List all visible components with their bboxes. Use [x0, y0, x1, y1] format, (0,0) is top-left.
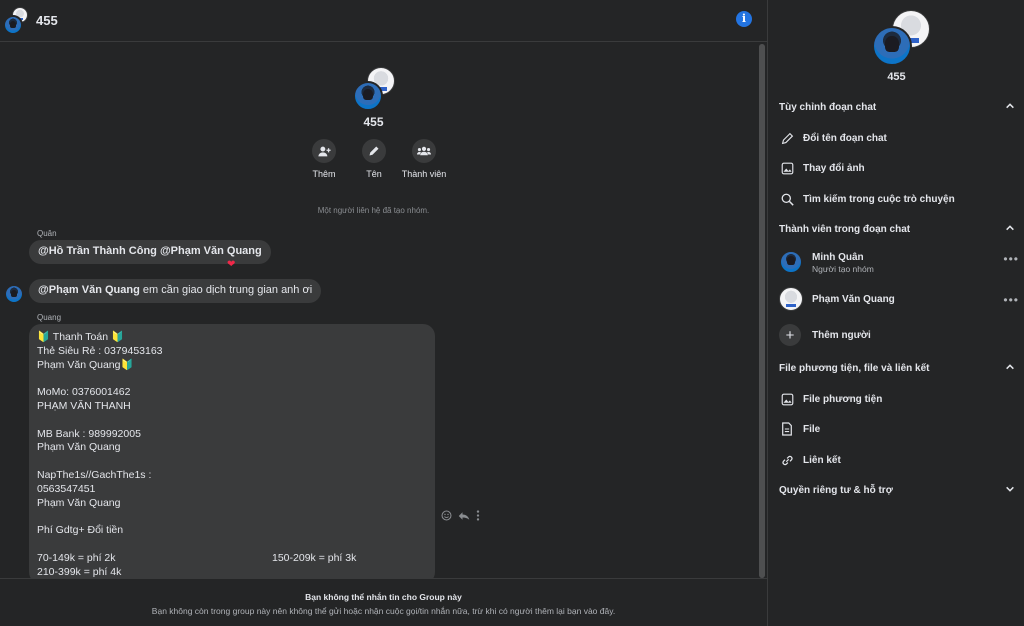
- member-name: Phạm Văn Quang: [812, 294, 895, 305]
- pencil-icon: [362, 139, 386, 163]
- sender-avatar[interactable]: [4, 284, 24, 304]
- add-person-icon: [312, 139, 336, 163]
- message-line: MoMo: 0376001462: [37, 386, 131, 399]
- search-icon: [779, 191, 795, 207]
- chat-info-panel: 455 Tùy chỉnh đoạn chat Đổi tên đoạn cha…: [767, 0, 1024, 626]
- message-sender: Quang: [37, 313, 62, 322]
- message-line: MB Bank : 989992005: [37, 427, 141, 440]
- message-line: 0563547451: [37, 482, 96, 495]
- message-line: [37, 414, 427, 428]
- chat-area: 455 i 455 Thêm Tên Thành viên Một người …: [0, 0, 767, 626]
- member-avatar[interactable]: [779, 287, 803, 311]
- message-line: Phạm Văn Quang: [37, 496, 121, 509]
- heart-reaction-icon[interactable]: ❤: [227, 259, 235, 270]
- file-icon: [779, 421, 795, 437]
- media-files-item[interactable]: File phương tiện: [779, 388, 1015, 410]
- section-title: File phương tiện, file và liên kết: [779, 363, 930, 374]
- notice-title: Bạn không thể nhắn tin cho Group này: [305, 592, 462, 602]
- reply-icon[interactable]: [458, 511, 470, 524]
- section-title: Quyền riêng tư & hỗ trợ: [779, 485, 893, 496]
- item-label: Đổi tên đoạn chat: [803, 132, 887, 144]
- member-row[interactable]: Minh Quân Người tạo nhóm •••: [779, 250, 1019, 278]
- members-label: Thành viên: [401, 169, 447, 179]
- member-avatar-anime: [353, 81, 383, 111]
- chevron-up-icon: [1005, 101, 1015, 114]
- panel-group-avatar[interactable]: [872, 10, 930, 66]
- message-line: [37, 538, 427, 552]
- member-row[interactable]: Phạm Văn Quang •••: [779, 287, 1019, 315]
- message-line: Phí Gdtg+ Đổi tiền: [37, 524, 124, 537]
- section-title: Tùy chỉnh đoạn chat: [779, 102, 877, 113]
- member-avatar-anime: [872, 26, 912, 66]
- message-line: Phạm Văn Quang: [37, 441, 121, 454]
- more-options-icon[interactable]: •••: [1003, 252, 1019, 266]
- links-item[interactable]: Liên kết: [779, 449, 1015, 471]
- change-photo-item[interactable]: Thay đổi ảnh: [779, 157, 1015, 179]
- chat-header: 455 i: [0, 0, 767, 42]
- member-name: Minh Quân: [812, 252, 864, 263]
- intro-title: 455: [363, 115, 384, 129]
- item-label: Liên kết: [803, 454, 841, 466]
- message-line: PHẠM VĂN THANH: [37, 399, 131, 412]
- blocked-composer-notice: Bạn không thể nhắn tin cho Group này Bạn…: [0, 578, 767, 626]
- scrollbar[interactable]: [759, 44, 765, 578]
- section-privacy-header[interactable]: Quyền riêng tư & hỗ trợ: [779, 485, 1015, 496]
- message-line: 🔰 Thanh Toán 🔰: [37, 331, 125, 343]
- message-line: Thẻ Siêu Rẻ : 0379453163: [37, 344, 163, 357]
- section-media-header[interactable]: File phương tiện, file và liên kết: [779, 363, 1015, 374]
- member-avatar[interactable]: [779, 250, 803, 274]
- panel-title: 455: [887, 71, 906, 83]
- chat-title[interactable]: 455: [36, 13, 58, 28]
- fee-cell: 70-149k = phí 2k: [37, 551, 116, 564]
- message-bubble[interactable]: @Phạm Văn Quang em cần giao dịch trung g…: [29, 279, 322, 303]
- message-line: NapThe1s//GachThe1s :: [37, 468, 152, 481]
- image-icon: [779, 160, 795, 176]
- fee-row: 70-149k = phí 2k 150-209k = phí 3k: [37, 552, 427, 566]
- more-options-icon[interactable]: [476, 510, 480, 524]
- message-line: [37, 510, 427, 524]
- plus-icon: +: [779, 324, 801, 346]
- scrollbar-thumb[interactable]: [759, 44, 765, 578]
- item-label: File phương tiện: [803, 393, 883, 405]
- message-bubble[interactable]: 🔰 Thanh Toán 🔰 Thẻ Siêu Rẻ : 0379453163 …: [29, 324, 435, 584]
- more-options-icon[interactable]: •••: [1003, 293, 1019, 307]
- item-label: Thêm người: [812, 329, 871, 341]
- chevron-up-icon: [1005, 223, 1015, 236]
- files-item[interactable]: File: [779, 418, 1015, 440]
- member-role: Người tạo nhóm: [812, 264, 874, 274]
- info-icon[interactable]: i: [736, 11, 752, 27]
- item-label: Thay đổi ảnh: [803, 162, 865, 174]
- chevron-up-icon: [1005, 362, 1015, 375]
- members-button[interactable]: Thành viên: [394, 139, 454, 179]
- message-text: em cần giao dịch trung gian anh ơi: [139, 284, 313, 296]
- rename-chat-item[interactable]: Đổi tên đoạn chat: [779, 127, 1015, 149]
- members-icon: [412, 139, 436, 163]
- notice-text: Bạn không còn trong group này nên không …: [151, 606, 616, 616]
- item-label: File: [803, 423, 821, 435]
- chevron-down-icon: [1005, 484, 1015, 497]
- intro-group-avatar: [353, 67, 395, 111]
- item-label: Tìm kiếm trong cuộc trò chuyện: [803, 193, 955, 205]
- fee-cell: 150-209k = phí 3k: [272, 551, 357, 564]
- message-sender: Quân: [37, 229, 57, 238]
- section-title: Thành viên trong đoạn chat: [779, 224, 911, 235]
- media-icon: [779, 391, 795, 407]
- message-mention[interactable]: @Phạm Văn Quang: [38, 284, 140, 296]
- react-icon[interactable]: [441, 510, 452, 524]
- section-customize-header[interactable]: Tùy chỉnh đoạn chat: [779, 102, 1015, 113]
- system-note: Một người liên hệ đã tạo nhóm.: [317, 206, 430, 215]
- member-avatar-anime: [3, 15, 23, 35]
- pencil-icon: [779, 130, 795, 146]
- link-icon: [779, 452, 795, 468]
- group-avatar[interactable]: [3, 5, 28, 35]
- add-people-item[interactable]: + Thêm người: [779, 324, 1015, 346]
- section-members-header[interactable]: Thành viên trong đoạn chat: [779, 224, 1015, 235]
- message-line: Phạm Văn Quang🔰: [37, 358, 134, 371]
- fee-cell: 210-399k = phí 4k: [37, 565, 122, 578]
- message-line: [37, 372, 427, 386]
- message-line: [37, 455, 427, 469]
- message-tools: [441, 510, 480, 524]
- search-conversation-item[interactable]: Tìm kiếm trong cuộc trò chuyện: [779, 188, 1015, 210]
